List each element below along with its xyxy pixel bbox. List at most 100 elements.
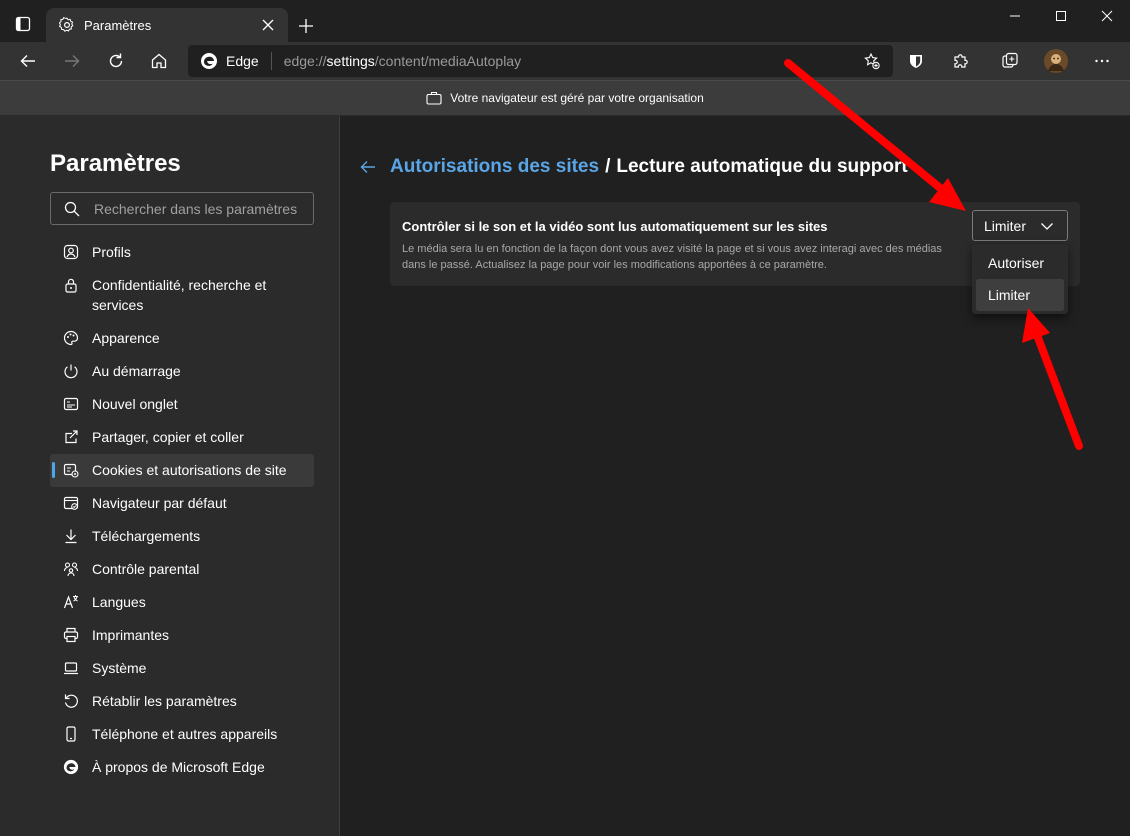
more-icon — [1095, 59, 1109, 63]
reset-icon — [62, 692, 80, 710]
default-browser-icon — [62, 494, 80, 512]
edge-logo-icon — [62, 758, 80, 776]
star-add-icon — [864, 52, 880, 70]
sidebar-item-phone[interactable]: Téléphone et autres appareils — [50, 718, 314, 751]
sidebar-item-about[interactable]: À propos de Microsoft Edge — [50, 751, 314, 784]
arrow-right-icon — [65, 55, 80, 67]
more-menu-button[interactable] — [1086, 45, 1118, 77]
sidebar-item-family[interactable]: Contrôle parental — [50, 553, 314, 586]
collections-button[interactable] — [994, 45, 1026, 77]
sidebar-item-label: Apparence — [92, 330, 160, 346]
option-limiter[interactable]: Limiter — [976, 279, 1064, 311]
shield-icon — [910, 55, 922, 68]
forward-button[interactable] — [56, 45, 88, 77]
refresh-icon — [109, 53, 123, 68]
minimize-button[interactable] — [992, 0, 1038, 32]
sidebar-item-label: Partager, copier et coller — [92, 429, 244, 445]
site-name: Edge — [226, 53, 259, 69]
sidebar-item-label: Nouvel onglet — [92, 396, 178, 412]
share-icon — [62, 428, 80, 446]
palette-icon — [62, 329, 80, 347]
sidebar-item-label: Téléchargements — [92, 528, 201, 544]
extensions-button[interactable] — [945, 45, 977, 77]
new-tab-button[interactable] — [292, 12, 320, 40]
add-favorite-button[interactable] — [857, 46, 887, 76]
profile-icon — [62, 243, 80, 261]
setting-title: Contrôler si le son et la vidéo sont lus… — [402, 219, 828, 234]
profile-button[interactable] — [1040, 45, 1072, 77]
tab-settings[interactable]: Paramètres — [46, 8, 288, 42]
address-bar[interactable]: Edge edge://settings/content/mediaAutopl… — [188, 45, 893, 77]
settings-sidebar: Paramètres Profils Confidentialité, rech… — [0, 116, 340, 836]
search-input[interactable] — [94, 200, 304, 217]
url-prefix: edge:// — [283, 53, 327, 69]
sidebar-item-label: Navigateur par défaut — [92, 495, 227, 511]
sidebar-item-privacy[interactable]: Confidentialité, recherche et services — [50, 269, 314, 322]
address-separator — [270, 52, 272, 70]
settings-nav: Profils Confidentialité, recherche et se… — [50, 236, 314, 784]
sidebar-item-reset[interactable]: Rétablir les paramètres — [50, 685, 314, 718]
toolbar: Edge edge://settings/content/mediaAutopl… — [0, 42, 1130, 80]
managed-banner: Votre navigateur est géré par votre orga… — [0, 80, 1130, 116]
search-icon — [64, 201, 80, 216]
refresh-button[interactable] — [100, 45, 132, 77]
download-icon — [62, 527, 80, 545]
printer-icon — [62, 626, 80, 644]
home-button[interactable] — [143, 45, 175, 77]
option-autoriser[interactable]: Autoriser — [976, 247, 1064, 279]
back-button[interactable] — [12, 45, 44, 77]
collections-icon — [1002, 52, 1018, 68]
sidebar-item-label: Rétablir les paramètres — [92, 693, 237, 709]
url-host: settings — [326, 53, 375, 69]
chevron-down-icon — [1041, 222, 1053, 230]
sidebar-item-cookies[interactable]: Cookies et autorisations de site — [50, 454, 314, 487]
sidebar-item-downloads[interactable]: Téléchargements — [50, 520, 314, 553]
arrow-left-icon — [20, 55, 35, 67]
puzzle-icon — [954, 54, 968, 68]
sidebar-item-system[interactable]: Système — [50, 652, 314, 685]
settings-search[interactable] — [50, 192, 314, 225]
languages-icon — [62, 593, 80, 611]
family-icon — [62, 560, 80, 578]
power-icon — [62, 362, 80, 380]
autoplay-dropdown: Autoriser Limiter — [972, 244, 1068, 314]
sidebar-item-label: Téléphone et autres appareils — [92, 726, 278, 742]
sidebar-item-label: Système — [92, 660, 147, 676]
sidebar-item-appearance[interactable]: Apparence — [50, 322, 314, 355]
breadcrumb-link[interactable]: Autorisations des sites — [390, 156, 599, 178]
minimize-icon — [1010, 15, 1020, 17]
sidebar-item-languages[interactable]: Langues — [50, 586, 314, 619]
tab-actions-icon — [15, 16, 31, 32]
page-title: Lecture automatique du support — [616, 156, 908, 177]
close-icon — [1101, 10, 1113, 22]
phone-icon — [62, 725, 80, 743]
sidebar-item-label: Au démarrage — [92, 363, 181, 379]
url-path: /content/mediaAutoplay — [374, 53, 522, 69]
sidebar-item-share[interactable]: Partager, copier et coller — [50, 421, 314, 454]
back-arrow-icon[interactable] — [357, 156, 379, 178]
sidebar-item-label: Profils — [92, 244, 131, 260]
tab-title: Paramètres — [84, 17, 152, 33]
lock-icon — [62, 276, 80, 294]
sidebar-item-new-tab[interactable]: Nouvel onglet — [50, 388, 314, 421]
sidebar-title: Paramètres — [50, 150, 181, 177]
tab-actions-button[interactable] — [8, 10, 38, 38]
extension-shield-button[interactable] — [900, 45, 932, 77]
setting-description: Le média sera lu en fonction de la façon… — [402, 243, 942, 271]
breadcrumb-separator: / — [605, 156, 611, 177]
sidebar-item-default-browser[interactable]: Navigateur par défaut — [50, 487, 314, 520]
sidebar-item-startup[interactable]: Au démarrage — [50, 355, 314, 388]
new-tab-icon — [62, 395, 80, 413]
url-text[interactable]: edge://settings/content/mediaAutoplay — [284, 53, 857, 69]
sidebar-item-printers[interactable]: Imprimantes — [50, 619, 314, 652]
sidebar-item-profils[interactable]: Profils — [50, 236, 314, 269]
autoplay-select[interactable]: Limiter — [972, 210, 1068, 241]
close-window-button[interactable] — [1084, 0, 1130, 32]
sidebar-item-label: Imprimantes — [92, 627, 170, 643]
sidebar-item-label: À propos de Microsoft Edge — [92, 759, 265, 775]
sidebar-item-label: Langues — [92, 594, 146, 610]
maximize-button[interactable] — [1038, 0, 1084, 32]
close-tab-icon[interactable] — [256, 13, 280, 37]
laptop-icon — [62, 659, 80, 677]
maximize-icon — [1056, 11, 1066, 21]
